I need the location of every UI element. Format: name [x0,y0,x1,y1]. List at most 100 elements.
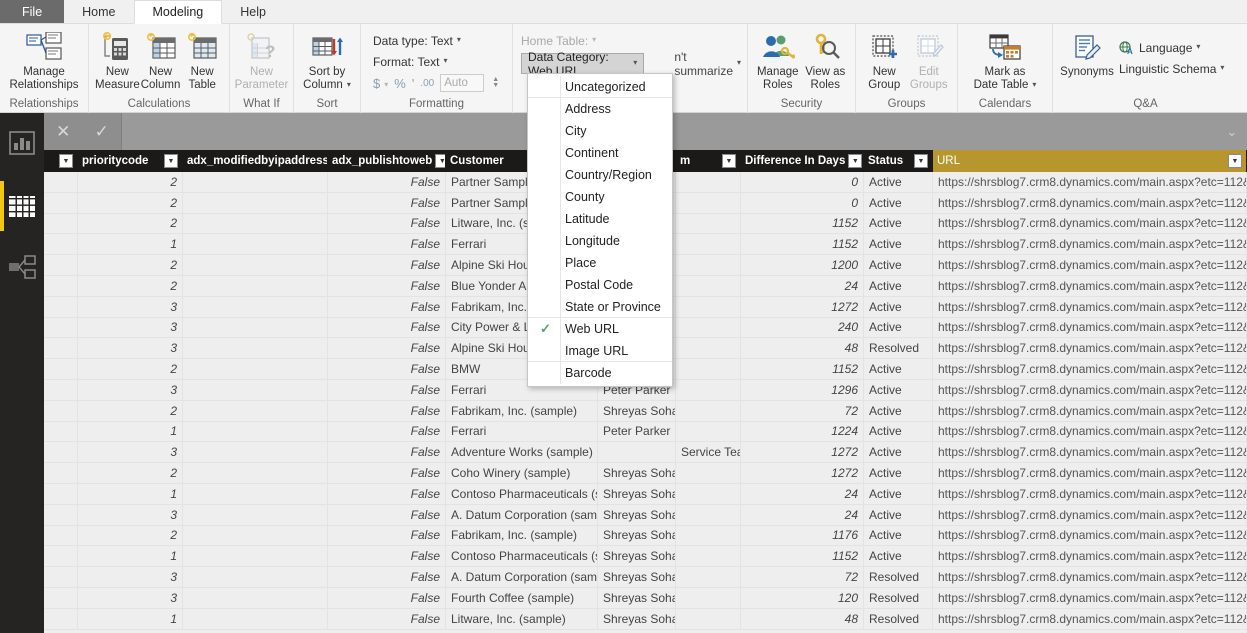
format-dropdown[interactable]: Format: Text ▾ [373,51,447,72]
grid-cell-customer[interactable]: Fabrikam, Inc. (sample) [446,525,598,546]
cancel-formula-icon[interactable]: ✕ [56,122,70,142]
grid-cell-adx-modifiedbyipaddress[interactable] [183,421,328,442]
grid-cell-team[interactable] [676,504,741,525]
menu-item-continent[interactable]: Continent [528,142,672,164]
grid-cell-adx-modifiedbyipaddress[interactable] [183,192,328,213]
grid-cell-status[interactable]: Resolved [864,608,933,629]
grid-cell--blank[interactable] [44,504,78,525]
grid-cell-url[interactable]: https://shrsblog7.crm8.dynamics.com/main… [933,338,1247,359]
grid-cell-adx-publishtoweb[interactable]: False [328,608,446,629]
grid-cell-owner[interactable]: Shreyas Sohani [598,400,676,421]
decimal-places-button[interactable]: .00 [420,78,434,89]
grid-column-header-difference-in-days[interactable]: Difference In Days ▼ [741,150,864,172]
grid-cell-difference-in-days[interactable]: 24 [741,504,864,525]
table-row[interactable]: 3 FalseFourth Coffee (sample)Shreyas Soha… [44,587,1247,609]
grid-cell-prioritycode[interactable]: 2 [78,400,183,421]
grid-cell-adx-modifiedbyipaddress[interactable] [183,213,328,234]
grid-cell-prioritycode[interactable]: 3 [78,442,183,463]
grid-cell-adx-modifiedbyipaddress[interactable] [183,608,328,629]
thousands-separator-button[interactable]: ' [412,76,414,91]
edit-groups-button[interactable]: Edit Groups [907,27,952,91]
data-category-dropdown[interactable]: Data Category: Web URL ▾ [521,50,645,78]
grid-cell-status[interactable]: Active [864,400,933,421]
grid-cell-team[interactable] [676,483,741,504]
grid-cell-prioritycode[interactable]: 2 [78,525,183,546]
menu-item-uncategorized[interactable]: Uncategorized [528,76,672,98]
grid-cell-difference-in-days[interactable]: 1152 [741,213,864,234]
grid-cell-prioritycode[interactable]: 2 [78,255,183,275]
grid-cell--blank[interactable] [44,172,78,192]
grid-cell-adx-modifiedbyipaddress[interactable] [183,546,328,567]
column-filter-dropdown-icon[interactable]: ▼ [435,154,445,168]
grid-cell-customer[interactable]: A. Datum Corporation (sample [446,504,598,525]
grid-cell-team[interactable] [676,213,741,234]
grid-cell-difference-in-days[interactable]: 1272 [741,442,864,463]
grid-cell-team[interactable] [676,587,741,608]
grid-cell-adx-modifiedbyipaddress[interactable] [183,483,328,504]
grid-cell-customer[interactable]: Coho Winery (sample) [446,463,598,483]
home-table-dropdown[interactable]: Home Table: ▾ [521,30,596,51]
grid-cell-status[interactable]: Active [864,192,933,213]
grid-cell--blank[interactable] [44,525,78,546]
grid-cell-status[interactable]: Resolved [864,338,933,359]
grid-cell-url[interactable]: https://shrsblog7.crm8.dynamics.com/main… [933,296,1247,317]
grid-cell-adx-modifiedbyipaddress[interactable] [183,463,328,483]
grid-cell-adx-publishtoweb[interactable]: False [328,421,446,442]
grid-cell-status[interactable]: Active [864,504,933,525]
manage-relationships-button[interactable]: Manage Relationships [6,27,82,91]
grid-cell-status[interactable]: Resolved [864,567,933,587]
grid-cell-customer[interactable]: Litware, Inc. (sample) [446,608,598,629]
grid-cell-adx-publishtoweb[interactable]: False [328,213,446,234]
column-filter-dropdown-icon[interactable]: ▼ [848,154,863,168]
grid-cell-url[interactable]: https://shrsblog7.crm8.dynamics.com/main… [933,463,1247,483]
grid-cell-difference-in-days[interactable]: 1272 [741,296,864,317]
grid-cell-prioritycode[interactable]: 1 [78,234,183,255]
grid-cell--blank[interactable] [44,359,78,379]
grid-cell-url[interactable]: https://shrsblog7.crm8.dynamics.com/main… [933,442,1247,463]
grid-cell-team[interactable] [676,608,741,629]
grid-cell-adx-publishtoweb[interactable]: False [328,317,446,338]
grid-cell-prioritycode[interactable]: 2 [78,192,183,213]
grid-cell-difference-in-days[interactable]: 0 [741,172,864,192]
grid-cell-customer[interactable]: Contoso Pharmaceuticals (sa [446,546,598,567]
grid-cell-adx-modifiedbyipaddress[interactable] [183,338,328,359]
grid-cell-customer[interactable]: Adventure Works (sample) [446,442,598,463]
grid-cell-prioritycode[interactable]: 1 [78,546,183,567]
grid-cell-team[interactable] [676,567,741,587]
grid-cell-prioritycode[interactable]: 1 [78,483,183,504]
grid-cell-difference-in-days[interactable]: 1152 [741,234,864,255]
grid-cell-url[interactable]: https://shrsblog7.crm8.dynamics.com/main… [933,234,1247,255]
grid-column-header-adx-publishtoweb[interactable]: adx_publishtoweb ▼ [328,150,446,172]
grid-cell-adx-modifiedbyipaddress[interactable] [183,234,328,255]
table-row[interactable]: 2 FalseCoho Winery (sample)Shreyas Sohani… [44,463,1247,484]
manage-roles-button[interactable]: Manage Roles [754,27,802,91]
grid-cell-url[interactable]: https://shrsblog7.crm8.dynamics.com/main… [933,255,1247,275]
grid-cell-owner[interactable]: Shreyas Sohani [598,525,676,546]
menu-item-barcode[interactable]: Barcode [528,362,672,384]
grid-cell-adx-modifiedbyipaddress[interactable] [183,587,328,608]
grid-cell-team[interactable] [676,463,741,483]
grid-cell-team[interactable] [676,172,741,192]
grid-cell--blank[interactable] [44,338,78,359]
grid-cell-status[interactable]: Active [864,546,933,567]
grid-cell-adx-publishtoweb[interactable]: False [328,192,446,213]
grid-cell-customer[interactable]: A. Datum Corporation (sample [446,567,598,587]
grid-cell-adx-publishtoweb[interactable]: False [328,400,446,421]
grid-cell-status[interactable]: Active [864,463,933,483]
grid-cell-adx-modifiedbyipaddress[interactable] [183,317,328,338]
grid-cell-url[interactable]: https://shrsblog7.crm8.dynamics.com/main… [933,525,1247,546]
language-dropdown[interactable]: A Language ▾ [1119,37,1224,58]
grid-cell-difference-in-days[interactable]: 72 [741,400,864,421]
grid-column-header-prioritycode[interactable]: prioritycode ▼ [78,150,183,172]
table-row[interactable]: 3 False Adventure Works (sample) Service Te… [44,442,1247,464]
grid-column-header-adx-modifiedbyipaddress[interactable]: adx_modifiedbyipaddress▼ [183,150,328,172]
grid-cell-url[interactable]: https://shrsblog7.crm8.dynamics.com/main… [933,192,1247,213]
summarize-dropdown[interactable]: n't summarize ▾ [674,50,741,78]
grid-cell--blank[interactable] [44,587,78,608]
grid-cell-difference-in-days[interactable]: 1152 [741,359,864,379]
grid-cell-adx-modifiedbyipaddress[interactable] [183,567,328,587]
tab-home[interactable]: Home [64,0,133,23]
sidebar-item-model-view[interactable] [0,237,44,299]
grid-cell-adx-publishtoweb[interactable]: False [328,567,446,587]
grid-cell-difference-in-days[interactable]: 120 [741,587,864,608]
